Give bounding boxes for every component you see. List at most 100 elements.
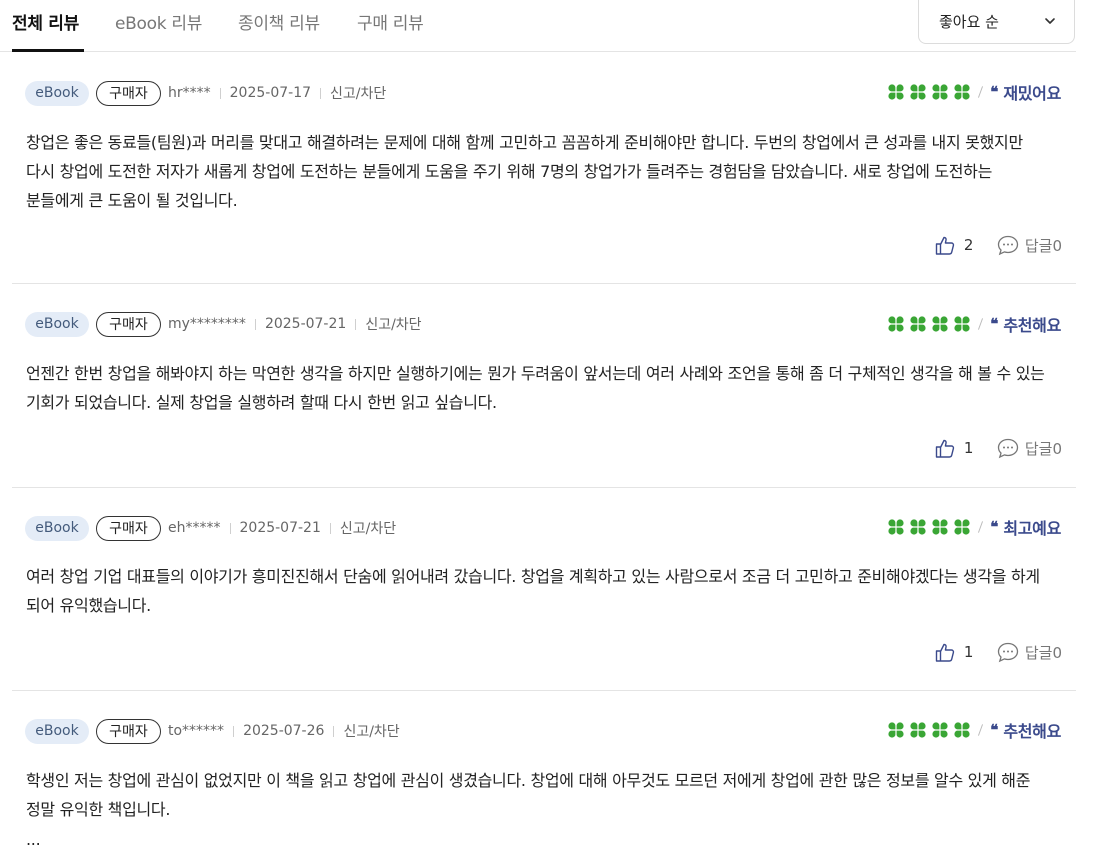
buyer-badge: 구매자 bbox=[96, 80, 161, 106]
comment-icon bbox=[997, 235, 1018, 256]
buyer-badge: 구매자 bbox=[96, 718, 161, 744]
quote-icon: ❝ bbox=[990, 83, 999, 101]
review-rating: ❝ 재밌어요 bbox=[887, 79, 1061, 105]
sort-dropdown[interactable]: 좋아요 순 bbox=[918, 0, 1075, 44]
chevron-down-icon bbox=[1045, 18, 1055, 24]
review-text: 창업은 좋은 동료들(팀원)과 머리를 맞대고 해결하려는 문제에 대해 함께 … bbox=[26, 133, 1023, 210]
like-count: 2 bbox=[963, 236, 974, 254]
review-actions: 1 답글0 bbox=[934, 436, 1062, 460]
sort-selected-label: 좋아요 순 bbox=[939, 13, 999, 31]
comment-icon bbox=[997, 642, 1018, 663]
rating-clovers bbox=[887, 316, 971, 332]
like-count: 1 bbox=[963, 439, 974, 457]
format-badge: eBook bbox=[25, 718, 89, 744]
divider bbox=[329, 522, 331, 534]
review-date: 2025-07-26 bbox=[243, 723, 325, 739]
review-rating: ❝ 최고예요 bbox=[887, 514, 1061, 540]
tab-ebook-reviews[interactable]: eBook 리뷰 bbox=[115, 9, 202, 34]
like-count: 1 bbox=[963, 643, 974, 661]
report-block-link[interactable]: 신고/차단 bbox=[343, 721, 399, 741]
format-badge: eBook bbox=[25, 80, 89, 106]
clover-rating-icon bbox=[888, 316, 904, 332]
review-tabs: 전체 리뷰 eBook 리뷰 종이책 리뷰 구매 리뷰 bbox=[0, 0, 1076, 52]
divider bbox=[978, 724, 984, 736]
review-text: 학생인 저는 창업에 관심이 없었지만 이 책을 읽고 창업에 관심이 생겼습니… bbox=[26, 771, 1031, 819]
thumbs-up-icon bbox=[935, 643, 954, 662]
review-tag: 추천해요 bbox=[1003, 316, 1061, 335]
quote-icon: ❝ bbox=[990, 721, 999, 739]
review-rating: ❝ 추천해요 bbox=[887, 311, 1061, 337]
reply-count: 답글0 bbox=[1024, 236, 1062, 255]
thumbs-up-icon bbox=[935, 439, 954, 458]
review-meta: eBook 구매자 my******** 2025-07-21 신고/차단 bbox=[25, 311, 422, 337]
rating-clovers bbox=[887, 722, 971, 738]
review-date: 2025-07-21 bbox=[264, 316, 347, 332]
like-button[interactable]: 1 bbox=[934, 437, 984, 459]
divider bbox=[333, 725, 335, 737]
thumbs-up-icon bbox=[935, 236, 954, 255]
review-meta: eBook 구매자 to****** 2025-07-26 신고/차단 bbox=[25, 718, 400, 744]
rating-clovers bbox=[887, 84, 971, 100]
format-badge: eBook bbox=[25, 311, 89, 337]
clover-rating-icon bbox=[932, 519, 948, 535]
quote-icon: ❝ bbox=[990, 315, 999, 333]
review-actions: 1 답글0 bbox=[934, 640, 1062, 664]
clover-rating-icon bbox=[932, 722, 948, 738]
review-meta: eBook 구매자 hr**** 2025-07-17 신고/차단 bbox=[25, 80, 386, 106]
clover-rating-icon bbox=[910, 722, 926, 738]
format-badge: eBook bbox=[25, 515, 89, 541]
report-block-link[interactable]: 신고/차단 bbox=[365, 314, 421, 334]
report-block-link[interactable]: 신고/차단 bbox=[330, 83, 386, 103]
reply-button[interactable]: 답글0 bbox=[996, 234, 1062, 256]
divider bbox=[978, 86, 984, 98]
clover-rating-icon bbox=[910, 519, 926, 535]
reply-button[interactable]: 답글0 bbox=[996, 437, 1062, 459]
review-item: eBook 구매자 eh***** 2025-07-21 신고/차단 ❝ 최고예… bbox=[12, 488, 1076, 691]
review-tag: 최고예요 bbox=[1003, 519, 1061, 538]
review-more-ellipsis[interactable]: ... bbox=[26, 825, 1054, 850]
divider bbox=[978, 521, 984, 533]
review-item: eBook 구매자 to****** 2025-07-26 신고/차단 ❝ 추천… bbox=[12, 691, 1076, 850]
review-item: eBook 구매자 my******** 2025-07-21 신고/차단 ❝ … bbox=[12, 284, 1076, 488]
clover-rating-icon bbox=[910, 84, 926, 100]
review-tag: 재밌어요 bbox=[1003, 84, 1061, 103]
reply-count: 답글0 bbox=[1024, 643, 1062, 662]
report-block-link[interactable]: 신고/차단 bbox=[340, 518, 396, 538]
divider bbox=[233, 725, 235, 737]
tab-all-reviews[interactable]: 전체 리뷰 bbox=[12, 9, 79, 34]
reviewer-id: my******** bbox=[168, 316, 246, 332]
clover-rating-icon bbox=[932, 84, 948, 100]
reply-button[interactable]: 답글0 bbox=[996, 641, 1062, 663]
divider bbox=[229, 522, 231, 534]
review-text: 언젠간 한번 창업을 해봐야지 하는 막연한 생각을 하지만 실행하기에는 뭔가… bbox=[26, 364, 1045, 412]
review-text: 여러 창업 기업 대표들의 이야기가 흥미진진해서 단숨에 읽어내려 갔습니다.… bbox=[26, 567, 1040, 615]
review-meta: eBook 구매자 eh***** 2025-07-21 신고/차단 bbox=[25, 515, 396, 541]
rating-clovers bbox=[887, 519, 971, 535]
clover-rating-icon bbox=[954, 84, 970, 100]
divider bbox=[254, 318, 256, 330]
buyer-badge: 구매자 bbox=[96, 311, 161, 337]
buyer-badge: 구매자 bbox=[96, 515, 161, 541]
clover-rating-icon bbox=[954, 722, 970, 738]
comment-icon bbox=[997, 438, 1018, 459]
divider bbox=[355, 318, 357, 330]
clover-rating-icon bbox=[888, 519, 904, 535]
review-tag: 추천해요 bbox=[1003, 722, 1061, 741]
tab-purchase-reviews[interactable]: 구매 리뷰 bbox=[357, 9, 424, 34]
reviewer-id: to****** bbox=[168, 723, 225, 739]
review-item: eBook 구매자 hr**** 2025-07-17 신고/차단 ❝ 재밌어요… bbox=[12, 52, 1076, 284]
reviewer-id: hr**** bbox=[168, 85, 211, 101]
divider bbox=[219, 87, 221, 99]
like-button[interactable]: 2 bbox=[934, 234, 984, 256]
clover-rating-icon bbox=[954, 316, 970, 332]
like-button[interactable]: 1 bbox=[934, 641, 984, 663]
reply-count: 답글0 bbox=[1024, 439, 1062, 458]
review-date: 2025-07-17 bbox=[229, 85, 312, 101]
divider bbox=[320, 87, 322, 99]
tab-paper-book-reviews[interactable]: 종이책 리뷰 bbox=[238, 9, 320, 34]
review-date: 2025-07-21 bbox=[239, 520, 321, 536]
clover-rating-icon bbox=[954, 519, 970, 535]
clover-rating-icon bbox=[932, 316, 948, 332]
divider bbox=[978, 318, 984, 330]
review-actions: 2 답글0 bbox=[934, 233, 1062, 257]
